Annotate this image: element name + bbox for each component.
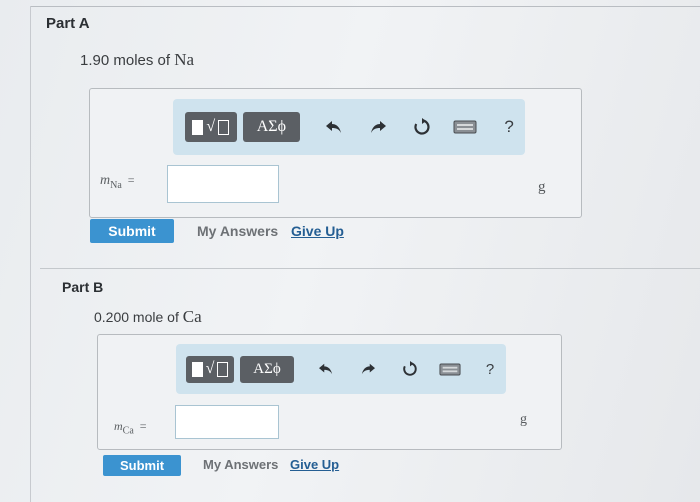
part-b-answer-input[interactable] [175,405,279,439]
part-b-question-text: 0.200 mole of [94,309,183,325]
part-b-unit: g [520,412,527,427]
greek-symbols-icon[interactable]: ΑΣϕ [242,112,301,142]
part-a-title: Part A [46,15,90,32]
part-a-unit: g [538,179,546,195]
keyboard-icon[interactable] [434,354,466,384]
part-a-element: Na [174,50,195,69]
part-b-answer-box: √ ΑΣϕ ? mCa = g [97,334,562,450]
part-b-variable-label: mCa = [114,419,147,437]
part-b-give-up-link[interactable]: Give Up [290,457,339,472]
part-divider [40,268,700,269]
part-b-submit-button[interactable]: Submit [103,455,181,476]
redo-icon[interactable] [362,112,394,142]
undo-icon[interactable] [310,354,342,384]
part-a-math-toolbar: √ ΑΣϕ ? [173,99,525,155]
part-a-question-text: 1.90 moles of [80,52,175,69]
greek-symbols-icon[interactable]: ΑΣϕ [240,355,294,383]
part-a-my-answers-link[interactable]: My Answers [197,223,278,239]
page: Part A 1.90 moles of Na √ ΑΣϕ ? mNa = g … [0,0,700,502]
redo-icon[interactable] [352,354,384,384]
part-a-answer-box: √ ΑΣϕ ? mNa = g [89,88,582,218]
top-divider [30,6,700,7]
keyboard-icon[interactable] [449,112,481,142]
help-icon[interactable]: ? [493,112,525,142]
part-b-title: Part B [62,279,104,295]
template-icon[interactable]: √ [186,355,234,383]
part-a-give-up-link[interactable]: Give Up [291,223,344,239]
part-b-element: Ca [182,307,202,326]
reset-icon[interactable] [406,112,438,142]
part-a-submit-button[interactable]: Submit [90,219,174,243]
part-b-my-answers-link[interactable]: My Answers [203,457,278,472]
left-divider [30,6,31,502]
template-icon[interactable]: √ [185,112,237,142]
help-icon[interactable]: ? [474,354,506,384]
part-a-variable-label: mNa = [100,173,135,191]
part-b-math-toolbar: √ ΑΣϕ ? [176,344,506,394]
reset-icon[interactable] [394,354,426,384]
part-b-question: 0.200 mole of Ca [94,307,202,327]
part-a-question: 1.90 moles of Na [80,50,194,70]
undo-icon[interactable] [318,112,350,142]
part-a-answer-input[interactable] [167,165,279,203]
